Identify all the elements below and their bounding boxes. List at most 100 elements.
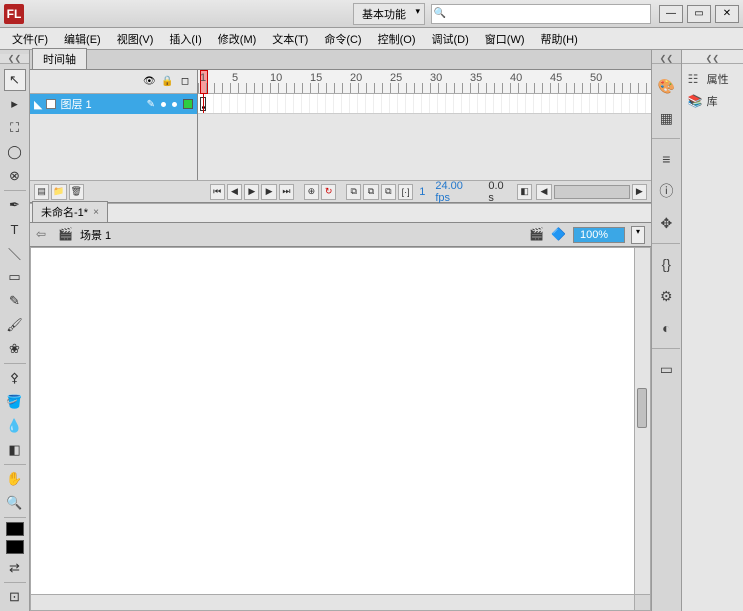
timeline-tab[interactable]: 时间轴 <box>32 48 87 69</box>
lock-icon[interactable]: 🔒 <box>161 76 173 88</box>
title-bar: FL 基本功能 🔍 — ▭ ✕ <box>0 0 743 28</box>
vertical-scrollbar[interactable] <box>634 248 650 594</box>
pen-tool-icon[interactable]: ✒ <box>4 194 26 216</box>
menu-item[interactable]: 文件(F) <box>4 29 56 49</box>
center-frame-button[interactable]: ⊕ <box>304 184 319 200</box>
edit-symbol-icon[interactable]: 🔷 <box>551 227 567 243</box>
minimize-button[interactable]: — <box>659 5 683 23</box>
subselection-tool-icon[interactable]: ▸ <box>4 93 26 115</box>
brush-tool-icon[interactable]: 🖌 <box>4 314 26 336</box>
components-panel-icon[interactable]: ⚙ <box>654 284 678 308</box>
search-box[interactable]: 🔍 <box>431 4 651 24</box>
layer-visible-dot[interactable] <box>161 102 166 107</box>
modify-markers-button[interactable]: [·] <box>398 184 413 200</box>
project-panel-icon[interactable]: ▭ <box>654 357 678 381</box>
swap-colors-icon[interactable]: ⇄ <box>4 557 26 579</box>
menu-item[interactable]: 调试(D) <box>424 29 477 49</box>
timeline-ruler[interactable]: 1 5 10 15 20 25 30 35 40 45 50 <box>198 70 651 94</box>
current-frame-value: 1 <box>415 186 429 198</box>
panel-expand-icon[interactable]: ❮❮ <box>652 54 681 64</box>
timeline-scrollbar[interactable] <box>554 185 630 199</box>
menu-item[interactable]: 帮助(H) <box>533 29 586 49</box>
snap-option-icon[interactable]: ⊡ <box>4 586 26 608</box>
selection-tool-icon[interactable]: ↖ <box>4 69 26 91</box>
line-tool-icon[interactable]: ＼ <box>4 242 26 264</box>
goto-first-button[interactable]: ⏮ <box>210 184 225 200</box>
layer-header: 👁 🔒 ◻ <box>30 70 197 94</box>
paint-bucket-tool-icon[interactable]: 🪣 <box>4 391 26 413</box>
zoom-tool-icon[interactable]: 🔍 <box>4 492 26 514</box>
eyedropper-tool-icon[interactable]: 💧 <box>4 415 26 437</box>
close-button[interactable]: ✕ <box>715 5 739 23</box>
color-panel-icon[interactable]: 🎨 <box>654 74 678 98</box>
menu-item[interactable]: 修改(M) <box>210 29 265 49</box>
3d-rotation-tool-icon[interactable]: ◯ <box>4 141 26 163</box>
library-icon: 📚 <box>688 94 702 108</box>
text-tool-icon[interactable]: T <box>4 218 26 240</box>
hand-tool-icon[interactable]: ✋ <box>4 468 26 490</box>
eraser-tool-icon[interactable]: ◧ <box>4 439 26 461</box>
edit-scene-icon[interactable]: 🎬 <box>529 227 545 243</box>
align-panel-icon[interactable]: ≡ <box>654 147 678 171</box>
menu-item[interactable]: 插入(I) <box>161 29 209 49</box>
layer-lock-dot[interactable] <box>172 102 177 107</box>
eye-icon[interactable]: 👁 <box>143 76 155 88</box>
scene-icon: 🎬 <box>58 227 74 243</box>
play-button[interactable]: ▶ <box>244 184 259 200</box>
back-arrow-icon[interactable]: ⇦ <box>36 227 52 243</box>
properties-panel-tab[interactable]: ☷ 属性 <box>682 68 743 90</box>
timeline-track[interactable] <box>198 94 651 114</box>
goto-last-button[interactable]: ⏭ <box>279 184 294 200</box>
delete-layer-button[interactable]: 🗑 <box>69 184 84 200</box>
menu-item[interactable]: 编辑(E) <box>56 29 109 49</box>
workspace-dropdown[interactable]: 基本功能 <box>353 3 425 25</box>
deco-tool-icon[interactable]: ❀ <box>4 338 26 360</box>
transform-panel-icon[interactable]: ✥ <box>654 211 678 235</box>
code-snippets-icon[interactable]: {} <box>654 252 678 276</box>
timeline-options-button[interactable]: ◧ <box>517 184 532 200</box>
onion-outline-button[interactable]: ⧉ <box>363 184 378 200</box>
stage-area[interactable] <box>30 247 651 611</box>
fill-color-swatch[interactable] <box>6 540 24 554</box>
bone-tool-icon[interactable]: ⚴ <box>4 367 26 389</box>
info-panel-icon[interactable]: ⓘ <box>654 179 678 203</box>
stroke-color-swatch[interactable] <box>6 522 24 536</box>
tools-panel: ❮❮ ↖ ▸ ⛶ ◯ ⊗ ✒ T ＼ ▭ ✎ 🖌 ❀ ⚴ 🪣 💧 ◧ ✋ 🔍 ⇄ <box>0 50 30 611</box>
app-logo: FL <box>4 4 24 24</box>
free-transform-tool-icon[interactable]: ⛶ <box>4 117 26 139</box>
loop-button[interactable]: ↻ <box>321 184 336 200</box>
horizontal-scrollbar[interactable] <box>31 594 634 610</box>
layer-pencil-icon: ✎ <box>147 99 155 110</box>
layer-flag-icon: ◣ <box>34 98 42 111</box>
new-folder-button[interactable]: 📁 <box>51 184 66 200</box>
step-forward-button[interactable]: ▶ <box>261 184 276 200</box>
menu-item[interactable]: 命令(C) <box>316 29 369 49</box>
library-panel-tab[interactable]: 📚 库 <box>682 90 743 112</box>
onion-skin-button[interactable]: ⧉ <box>346 184 361 200</box>
new-layer-button[interactable]: ▤ <box>34 184 49 200</box>
menu-item[interactable]: 文本(T) <box>264 29 316 49</box>
search-input[interactable] <box>448 8 650 20</box>
document-tab[interactable]: 未命名-1* × <box>32 201 108 222</box>
motion-presets-icon[interactable]: ◐ <box>654 316 678 340</box>
pencil-tool-icon[interactable]: ✎ <box>4 290 26 312</box>
close-tab-icon[interactable]: × <box>93 207 99 218</box>
edit-multiple-button[interactable]: ⧉ <box>381 184 396 200</box>
layer-outline-swatch[interactable] <box>183 99 193 109</box>
menu-item[interactable]: 控制(O) <box>370 29 424 49</box>
maximize-button[interactable]: ▭ <box>687 5 711 23</box>
scroll-right-button[interactable]: ▶ <box>632 184 647 200</box>
step-back-button[interactable]: ◀ <box>227 184 242 200</box>
zoom-dropdown-button[interactable]: ▾ <box>631 226 645 244</box>
swatches-panel-icon[interactable]: ▦ <box>654 106 678 130</box>
zoom-input[interactable]: 100% <box>573 227 625 243</box>
rectangle-tool-icon[interactable]: ▭ <box>4 266 26 288</box>
panel-expand-icon[interactable]: ❮❮ <box>682 54 743 64</box>
menu-item[interactable]: 窗口(W) <box>477 29 533 49</box>
scroll-left-button[interactable]: ◀ <box>536 184 551 200</box>
outline-icon[interactable]: ◻ <box>179 76 191 88</box>
layer-row[interactable]: ◣ 图层 1 ✎ <box>30 94 197 114</box>
menu-item[interactable]: 视图(V) <box>109 29 162 49</box>
panel-collapse-icon[interactable]: ❮❮ <box>0 54 29 64</box>
lasso-tool-icon[interactable]: ⊗ <box>4 165 26 187</box>
